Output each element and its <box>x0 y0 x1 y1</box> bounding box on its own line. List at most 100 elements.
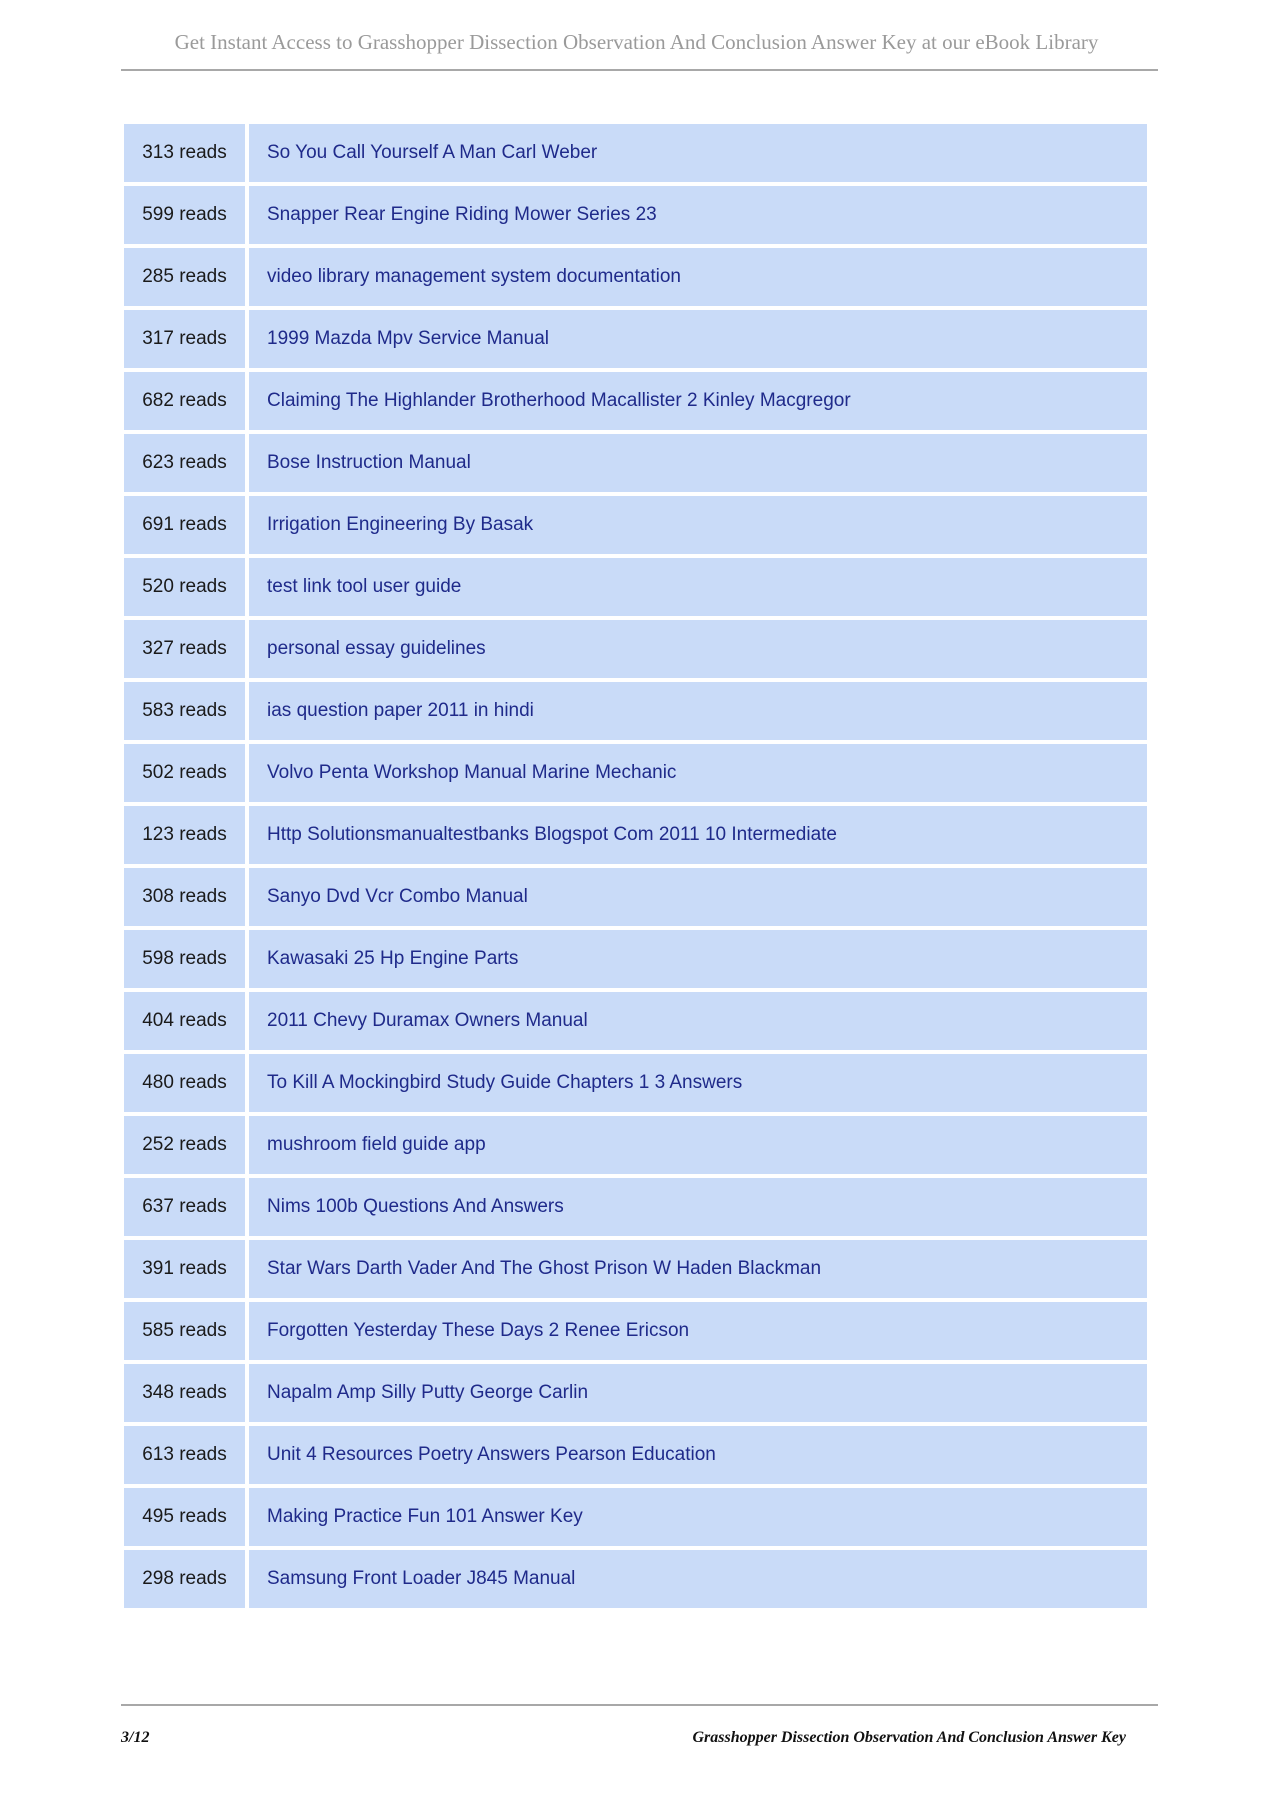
read-count: 502 reads <box>124 744 245 802</box>
book-title-link[interactable]: Napalm Amp Silly Putty George Carlin <box>267 1382 588 1403</box>
book-title-cell: Snapper Rear Engine Riding Mower Series … <box>249 186 1147 244</box>
book-title-cell: Http Solutionsmanualtestbanks Blogspot C… <box>249 806 1147 864</box>
read-count: 252 reads <box>124 1116 245 1174</box>
read-count: 682 reads <box>124 372 245 430</box>
table-row: 598 reads Kawasaki 25 Hp Engine Parts <box>124 930 1147 988</box>
ebook-list-table: 313 reads So You Call Yourself A Man Carl… <box>120 120 1151 1612</box>
book-title-cell: Unit 4 Resources Poetry Answers Pearson … <box>249 1426 1147 1484</box>
book-title-cell: Samsung Front Loader J845 Manual <box>249 1550 1147 1608</box>
book-title-cell: Bose Instruction Manual <box>249 434 1147 492</box>
book-title-cell: personal essay guidelines <box>249 620 1147 678</box>
book-title-link[interactable]: Claiming The Highlander Brotherhood Maca… <box>267 390 851 411</box>
read-count: 691 reads <box>124 496 245 554</box>
table-row: 391 reads Star Wars Darth Vader And The G… <box>124 1240 1147 1298</box>
table-row: 613 reads Unit 4 Resources Poetry Answers… <box>124 1426 1147 1484</box>
footer-title: Grasshopper Dissection Observation And C… <box>692 1729 1126 1746</box>
read-count: 298 reads <box>124 1550 245 1608</box>
book-title-link[interactable]: Http Solutionsmanualtestbanks Blogspot C… <box>267 824 837 845</box>
footer-divider <box>121 1704 1158 1706</box>
table-row: 480 reads To Kill A Mockingbird Study Gui… <box>124 1054 1147 1112</box>
table-row: 308 reads Sanyo Dvd Vcr Combo Manual <box>124 868 1147 926</box>
read-count: 623 reads <box>124 434 245 492</box>
book-title-link[interactable]: Samsung Front Loader J845 Manual <box>267 1568 575 1589</box>
table-row: 623 reads Bose Instruction Manual <box>124 434 1147 492</box>
book-title-link[interactable]: test link tool user guide <box>267 576 461 597</box>
book-title-link[interactable]: 2011 Chevy Duramax Owners Manual <box>267 1010 588 1031</box>
read-count: 123 reads <box>124 806 245 864</box>
book-title-cell: Napalm Amp Silly Putty George Carlin <box>249 1364 1147 1422</box>
read-count: 327 reads <box>124 620 245 678</box>
book-title-link[interactable]: Unit 4 Resources Poetry Answers Pearson … <box>267 1444 716 1465</box>
book-title-cell: test link tool user guide <box>249 558 1147 616</box>
table-row: 520 reads test link tool user guide <box>124 558 1147 616</box>
table-row: 298 reads Samsung Front Loader J845 Manua… <box>124 1550 1147 1608</box>
book-title-link[interactable]: Star Wars Darth Vader And The Ghost Pris… <box>267 1258 821 1279</box>
read-count: 613 reads <box>124 1426 245 1484</box>
header-divider <box>121 69 1158 71</box>
table-row: 313 reads So You Call Yourself A Man Carl… <box>124 124 1147 182</box>
read-count: 585 reads <box>124 1302 245 1360</box>
book-title-link[interactable]: mushroom field guide app <box>267 1134 486 1155</box>
page-header: Get Instant Access to Grasshopper Dissec… <box>174 30 1099 54</box>
table-row: 348 reads Napalm Amp Silly Putty George C… <box>124 1364 1147 1422</box>
table-row: 285 reads video library management system… <box>124 248 1147 306</box>
read-count: 285 reads <box>124 248 245 306</box>
book-title-cell: Irrigation Engineering By Basak <box>249 496 1147 554</box>
ebook-list-body: 313 reads So You Call Yourself A Man Carl… <box>124 124 1147 1608</box>
book-title-link[interactable]: Kawasaki 25 Hp Engine Parts <box>267 948 518 969</box>
read-count: 480 reads <box>124 1054 245 1112</box>
book-title-link[interactable]: video library management system document… <box>267 266 681 287</box>
table-row: 327 reads personal essay guidelines <box>124 620 1147 678</box>
book-title-cell: To Kill A Mockingbird Study Guide Chapte… <box>249 1054 1147 1112</box>
book-title-cell: Volvo Penta Workshop Manual Marine Mecha… <box>249 744 1147 802</box>
book-title-link[interactable]: Nims 100b Questions And Answers <box>267 1196 564 1217</box>
read-count: 313 reads <box>124 124 245 182</box>
book-title-cell: Claiming The Highlander Brotherhood Maca… <box>249 372 1147 430</box>
book-title-link[interactable]: Snapper Rear Engine Riding Mower Series … <box>267 204 657 225</box>
read-count: 317 reads <box>124 310 245 368</box>
book-title-link[interactable]: ias question paper 2011 in hindi <box>267 700 534 721</box>
book-title-cell: 2011 Chevy Duramax Owners Manual <box>249 992 1147 1050</box>
book-title-link[interactable]: Forgotten Yesterday These Days 2 Renee E… <box>267 1320 689 1341</box>
page-number: 3/12 <box>121 1729 150 1746</box>
read-count: 495 reads <box>124 1488 245 1546</box>
book-title-cell: Kawasaki 25 Hp Engine Parts <box>249 930 1147 988</box>
table-row: 317 reads 1999 Mazda Mpv Service Manual <box>124 310 1147 368</box>
book-title-link[interactable]: To Kill A Mockingbird Study Guide Chapte… <box>267 1072 742 1093</box>
read-count: 598 reads <box>124 930 245 988</box>
book-title-link[interactable]: So You Call Yourself A Man Carl Weber <box>267 142 597 163</box>
book-title-cell: Nims 100b Questions And Answers <box>249 1178 1147 1236</box>
book-title-cell: Star Wars Darth Vader And The Ghost Pris… <box>249 1240 1147 1298</box>
book-title-link[interactable]: Bose Instruction Manual <box>267 452 471 473</box>
table-row: 599 reads Snapper Rear Engine Riding Mowe… <box>124 186 1147 244</box>
table-row: 691 reads Irrigation Engineering By Basak <box>124 496 1147 554</box>
table-row: 495 reads Making Practice Fun 101 Answer … <box>124 1488 1147 1546</box>
book-title-link[interactable]: 1999 Mazda Mpv Service Manual <box>267 328 549 349</box>
book-title-link[interactable]: personal essay guidelines <box>267 638 486 659</box>
read-count: 520 reads <box>124 558 245 616</box>
book-title-cell: So You Call Yourself A Man Carl Weber <box>249 124 1147 182</box>
book-title-link[interactable]: Irrigation Engineering By Basak <box>267 514 533 535</box>
table-row: 682 reads Claiming The Highlander Brother… <box>124 372 1147 430</box>
book-title-link[interactable]: Sanyo Dvd Vcr Combo Manual <box>267 886 528 907</box>
table-row: 123 reads Http Solutionsmanualtestbanks B… <box>124 806 1147 864</box>
read-count: 583 reads <box>124 682 245 740</box>
book-title-cell: Sanyo Dvd Vcr Combo Manual <box>249 868 1147 926</box>
read-count: 599 reads <box>124 186 245 244</box>
book-title-cell: 1999 Mazda Mpv Service Manual <box>249 310 1147 368</box>
book-title-link[interactable]: Making Practice Fun 101 Answer Key <box>267 1506 583 1527</box>
table-row: 583 reads ias question paper 2011 in hind… <box>124 682 1147 740</box>
book-title-cell: mushroom field guide app <box>249 1116 1147 1174</box>
book-title-cell: Forgotten Yesterday These Days 2 Renee E… <box>249 1302 1147 1360</box>
book-title-cell: Making Practice Fun 101 Answer Key <box>249 1488 1147 1546</box>
table-row: 502 reads Volvo Penta Workshop Manual Mar… <box>124 744 1147 802</box>
book-title-cell: video library management system document… <box>249 248 1147 306</box>
read-count: 404 reads <box>124 992 245 1050</box>
read-count: 348 reads <box>124 1364 245 1422</box>
table-row: 252 reads mushroom field guide app <box>124 1116 1147 1174</box>
table-row: 637 reads Nims 100b Questions And Answers <box>124 1178 1147 1236</box>
table-row: 404 reads 2011 Chevy Duramax Owners Manua… <box>124 992 1147 1050</box>
book-title-link[interactable]: Volvo Penta Workshop Manual Marine Mecha… <box>267 762 676 783</box>
book-title-cell: ias question paper 2011 in hindi <box>249 682 1147 740</box>
read-count: 637 reads <box>124 1178 245 1236</box>
